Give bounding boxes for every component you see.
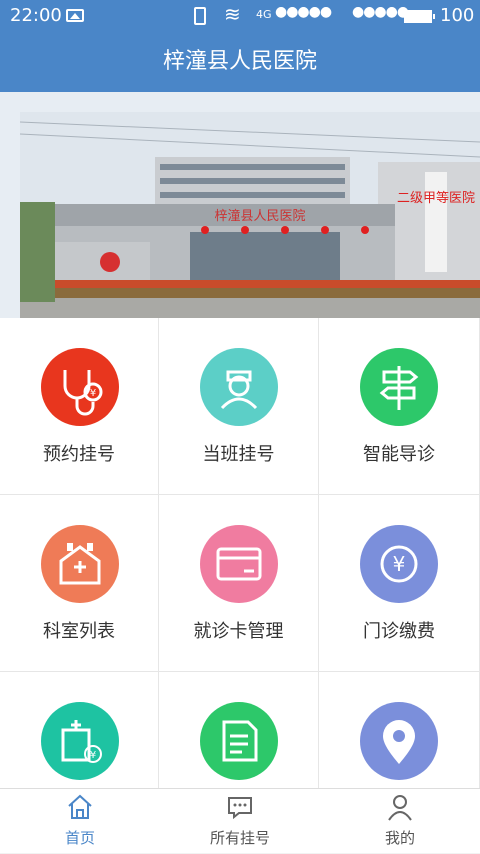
tile-label: 预约挂号 [43,444,115,465]
on-duty-registration-tile[interactable]: 当班挂号 [159,318,319,495]
tab-mine[interactable]: 我的 [320,789,480,854]
smart-triage-tile[interactable]: 智能导诊 [319,318,480,495]
chat-bubble-icon [228,797,252,820]
signal-strength-1: ●●●●● [275,4,332,20]
bottom-tab-bar: 首页 所有挂号 我的 [0,788,480,853]
tab-mine-label: 我的 [384,829,415,847]
hospital-photo: 二级甲等医院 梓潼县人民医院 [20,112,480,318]
location-icon [360,702,438,780]
yuan-icon: ¥ [360,525,438,603]
app-header: 梓潼县人民医院 [0,32,480,92]
hospital-banner[interactable]: 二级甲等医院 梓潼县人民医院 [0,92,480,318]
hospital-bill-tile[interactable]: ¥ [0,672,159,788]
department-icon [41,525,119,603]
tab-all-registrations-label: 所有挂号 [209,829,270,847]
tile-label: 科室列表 [43,621,115,642]
tab-home[interactable]: 首页 [0,789,160,854]
network-type: 4G [256,8,272,21]
nurse-icon [200,348,278,426]
image-notification-icon [66,9,84,22]
appointment-registration-tile[interactable]: ¥ 预约挂号 [0,318,159,495]
tile-label: 就诊卡管理 [193,621,284,642]
status-time: 22:00 [10,5,62,26]
feature-grid: ¥ 预约挂号 当班挂号 智能导诊 科室列表 就诊卡管理 ¥ 门诊缴费 ¥ [0,318,480,788]
tab-all-registrations[interactable]: 所有挂号 [160,789,320,854]
signpost-icon [360,348,438,426]
svg-text:¥: ¥ [393,552,406,576]
svg-text:¥: ¥ [90,388,96,399]
document-icon [200,702,278,780]
vibrate-icon [194,7,206,25]
status-bar: 22:00 ≋ 4G ●●●●● ●●●●● 100 [0,0,480,32]
home-icon [68,794,92,819]
wifi-icon: ≋ [224,2,241,26]
battery-level: 100 [440,5,475,26]
building-sign: 梓潼县人民医院 [214,208,305,224]
tile-label: 智能导诊 [363,444,435,465]
stethoscope-icon: ¥ [41,348,119,426]
outpatient-payment-tile[interactable]: ¥ 门诊缴费 [319,495,480,672]
side-sign: 二级甲等医院 [397,190,475,206]
report-tile[interactable] [159,672,319,788]
tile-label: 当班挂号 [202,444,275,465]
svg-text:¥: ¥ [90,750,96,761]
battery-icon [404,10,435,23]
user-icon [388,795,412,821]
tile-label: 门诊缴费 [363,621,435,642]
page-title: 梓潼县人民医院 [162,49,317,74]
medical-card-management-tile[interactable]: 就诊卡管理 [159,495,319,672]
card-icon [200,525,278,603]
navigation-tile[interactable] [319,672,480,788]
tab-home-label: 首页 [64,829,95,847]
signal-strength-2: ●●●●● [352,4,409,20]
department-list-tile[interactable]: 科室列表 [0,495,159,672]
hospital-bill-icon: ¥ [41,702,119,780]
